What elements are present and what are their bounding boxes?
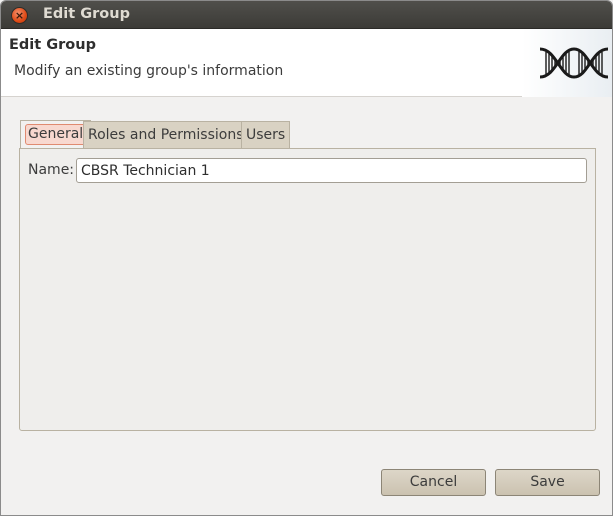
tab-users[interactable]: Users <box>241 121 291 148</box>
title-bar[interactable]: × Edit Group <box>1 1 612 29</box>
tab-users-label: Users <box>246 127 286 143</box>
tab-roles-label: Roles and Permissions <box>88 127 244 143</box>
window-title: Edit Group <box>43 6 130 22</box>
edit-group-window: × Edit Group Edit Group Modify an existi… <box>0 0 613 516</box>
general-tab-panel: Name: <box>19 148 596 431</box>
save-button[interactable]: Save <box>495 469 600 496</box>
tab-general[interactable]: General <box>20 120 92 149</box>
name-input[interactable] <box>76 158 587 183</box>
tab-roles-and-permissions[interactable]: Roles and Permissions <box>83 121 249 148</box>
header-subtitle: Modify an existing group's information <box>14 63 284 79</box>
cancel-button[interactable]: Cancel <box>381 469 486 496</box>
dialog-header: Edit Group Modify an existing group's in… <box>1 29 612 97</box>
name-label: Name: <box>28 162 75 178</box>
dna-helix-icon <box>539 47 609 79</box>
header-title: Edit Group <box>9 37 96 53</box>
tab-general-label: General <box>25 124 87 145</box>
close-icon[interactable]: × <box>11 7 28 24</box>
